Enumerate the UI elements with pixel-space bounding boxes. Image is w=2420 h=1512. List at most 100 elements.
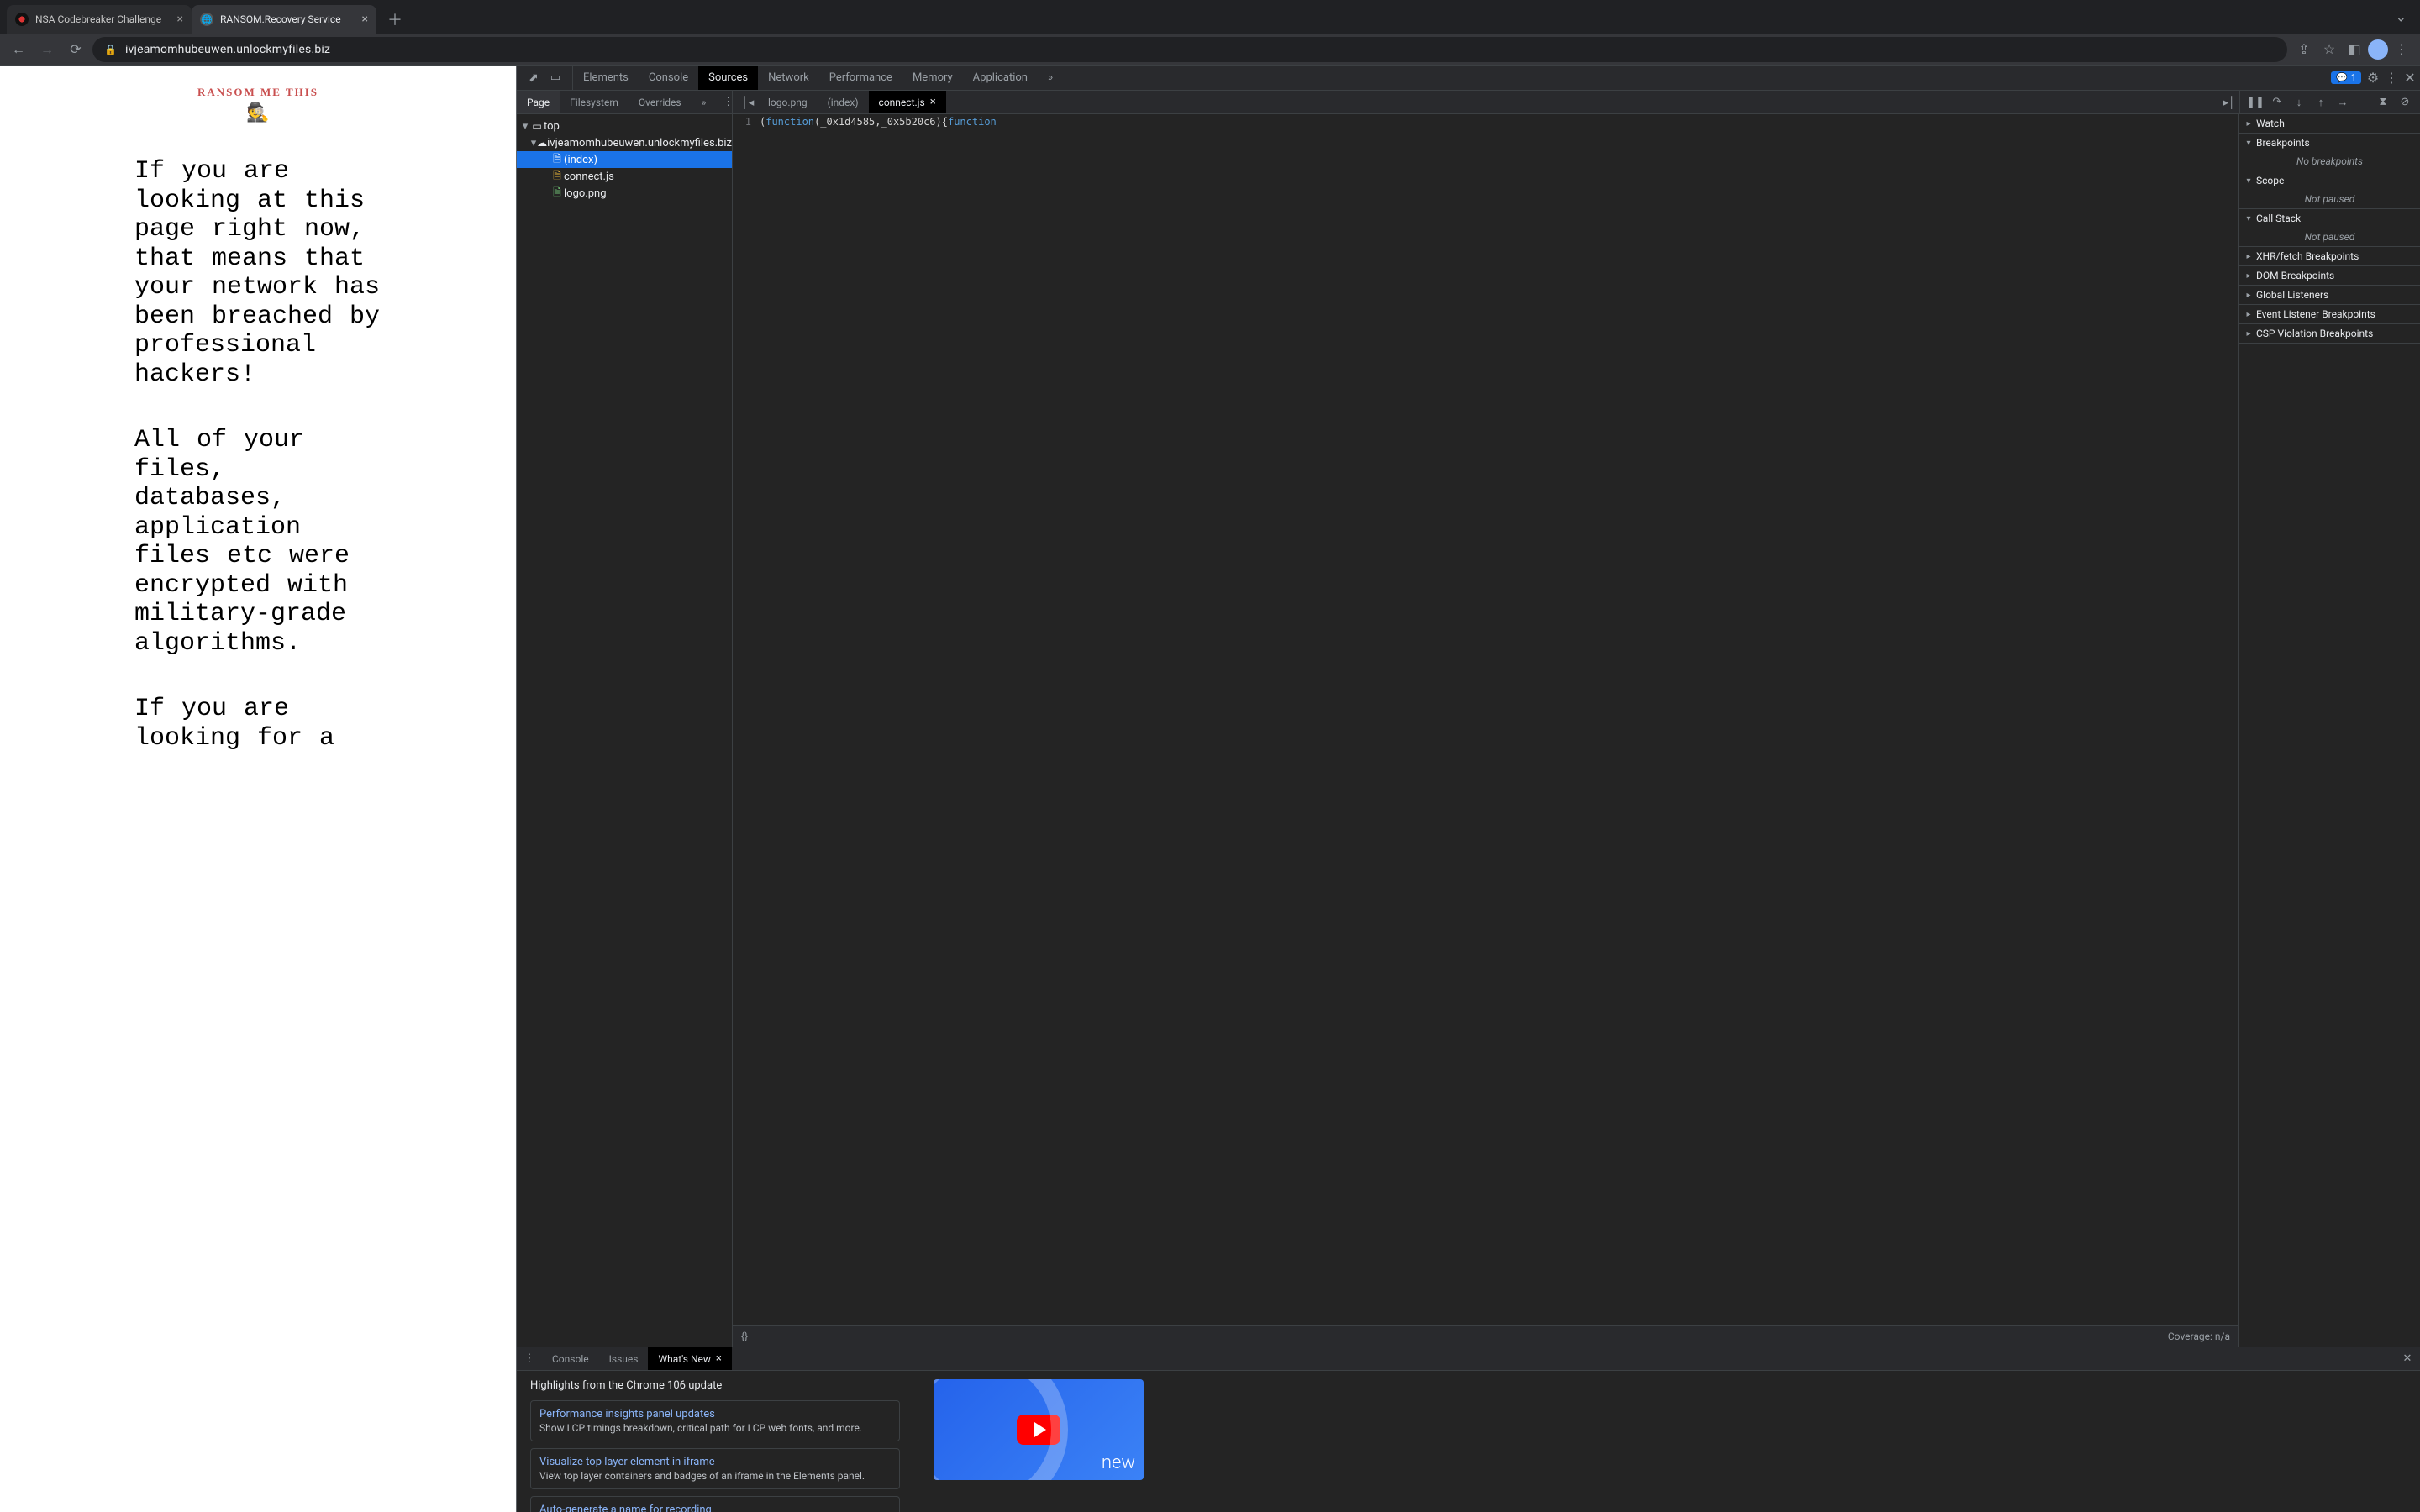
dom-breakpoints-section[interactable]: ▸DOM Breakpoints [2239,266,2420,285]
chevron-down-icon: ▾ [2244,214,2253,223]
tabs-dropdown-icon[interactable]: ⌄ [2396,9,2407,25]
debugger-panel: ▸Watch ▾Breakpoints No breakpoints ▾Scop… [2239,114,2420,1347]
code-area[interactable]: 1 (function(_0x1d4585,_0x5b20c6){functio… [733,114,2238,1325]
close-icon[interactable]: × [930,96,936,108]
kebab-icon[interactable]: ⋮ [517,1347,542,1370]
drawer-tab-issues[interactable]: Issues [599,1347,649,1370]
editor-tab[interactable]: logo.png [758,91,818,113]
workspace: RANSOM ME THIS 🕵️ If you are looking at … [0,66,2420,1512]
editor-tab[interactable]: connect.js × [869,91,946,113]
event-listener-breakpoints-section[interactable]: ▸Event Listener Breakpoints [2239,305,2420,323]
browser-tab[interactable]: 🌐 RANSOM.Recovery Service × [192,5,376,34]
kebab-icon[interactable]: ⋮ [2383,66,2400,89]
callstack-section[interactable]: ▾Call Stack [2239,209,2420,228]
tab-application[interactable]: Application [963,66,1038,90]
drawer-tab-console[interactable]: Console [542,1347,599,1370]
issues-count: 1 [2351,72,2356,83]
pause-icon[interactable]: ❚❚ [2247,94,2264,111]
close-drawer-button[interactable]: ✕ [2395,1347,2420,1370]
drawer-tab-whatsnew[interactable]: What's New × [648,1347,731,1370]
editor-tab[interactable]: (index) [818,91,869,113]
devtools-drawer: ⋮ Console Issues What's New × ✕ Highligh… [517,1347,2420,1512]
issues-badge[interactable]: 💬 1 [2331,71,2361,84]
pause-on-exceptions-icon[interactable]: ⊘ [2396,94,2413,111]
close-icon[interactable]: × [177,13,183,25]
paragraph: If you are looking at this page right no… [134,157,390,389]
chevron-down-icon: ▾ [2244,139,2253,148]
file-tree[interactable]: ▾ ▭ top ▾ ☁ ivjeamomhubeuwen.unlockmyfil… [517,114,733,1347]
cloud-icon: ☁ [537,137,547,149]
browser-tab[interactable]: NSA Codebreaker Challenge × [7,5,192,34]
tree-row-file[interactable]: 🗎 connect.js [517,168,732,185]
whats-new-card[interactable]: Performance insights panel updates Show … [530,1400,900,1441]
code-line: (function(_0x1d4585,_0x5b20c6){function [756,114,2238,1325]
more-icon[interactable]: » [692,91,717,113]
scope-section[interactable]: ▾Scope [2239,171,2420,190]
devtools: ⬈ ▭ Elements Console Sources Network Per… [517,66,2420,1512]
whats-new-headline: Highlights from the Chrome 106 update [530,1379,900,1392]
browser-tabs-bar: NSA Codebreaker Challenge × 🌐 RANSOM.Rec… [0,0,2420,34]
step-into-icon[interactable]: ↓ [2291,94,2307,111]
tree-row-top[interactable]: ▾ ▭ top [517,118,732,134]
step-out-icon[interactable]: ↑ [2312,94,2329,111]
step-over-icon[interactable]: ↷ [2269,94,2286,111]
deactivate-breakpoints-icon[interactable]: ⧗ [2375,94,2391,111]
inspect-icon[interactable]: ⬈ [525,70,542,87]
whats-new-card[interactable]: Visualize top layer element in iframe Vi… [530,1448,900,1489]
breakpoints-section[interactable]: ▾Breakpoints [2239,134,2420,152]
format-icon[interactable]: {} [741,1331,748,1342]
whats-new-video[interactable]: new [934,1379,1144,1480]
close-icon[interactable]: × [362,13,368,25]
subtab-overrides[interactable]: Overrides [629,91,692,113]
menu-button[interactable]: ⋮ [2390,38,2413,61]
csp-breakpoints-section[interactable]: ▸CSP Violation Breakpoints [2239,324,2420,343]
xhr-breakpoints-section[interactable]: ▸XHR/fetch Breakpoints [2239,247,2420,265]
tree-row-file[interactable]: 🗎 (index) [517,151,732,168]
tab-console[interactable]: Console [639,66,698,90]
url-input[interactable]: 🔒 ivjeamomhubeuwen.unlockmyfiles.biz [92,37,2287,62]
close-icon[interactable]: × [716,1352,722,1365]
address-bar: ← → ⟳ 🔒 ivjeamomhubeuwen.unlockmyfiles.b… [0,34,2420,66]
tree-row-file[interactable]: 🗎 logo.png [517,185,732,202]
page-body: If you are looking at this page right no… [25,157,491,753]
sources-subtabs: Page Filesystem Overrides » ⋮ [517,91,733,113]
nav-left-icon[interactable]: │◂ [738,96,758,109]
chevron-right-icon: ▸ [2244,271,2253,281]
page-viewport[interactable]: RANSOM ME THIS 🕵️ If you are looking at … [0,66,517,1512]
device-toggle-icon[interactable]: ▭ [547,70,564,87]
new-tab-button[interactable]: ＋ [383,8,407,31]
tree-row-domain[interactable]: ▾ ☁ ivjeamomhubeuwen.unlockmyfiles.biz [517,134,732,151]
whats-new-card[interactable]: Auto-generate a name for recording [530,1496,900,1512]
tab-elements[interactable]: Elements [573,66,639,90]
global-listeners-section[interactable]: ▸Global Listeners [2239,286,2420,304]
tree-label: connect.js [564,171,614,183]
card-title: Visualize top layer element in iframe [539,1456,891,1468]
subtab-filesystem[interactable]: Filesystem [560,91,629,113]
tab-performance[interactable]: Performance [819,66,902,90]
subtab-page[interactable]: Page [517,91,560,113]
profile-avatar[interactable] [2368,39,2388,60]
share-button[interactable]: ⇪ [2292,38,2316,61]
settings-icon[interactable]: ⚙ [2363,66,2383,89]
tab-sources[interactable]: Sources [698,66,758,90]
more-tabs-icon[interactable]: » [1038,66,1063,90]
nav-right-icon[interactable]: ▸│ [2219,96,2239,109]
editor-tabs: │◂ logo.png (index) connect.js × ▸│ [733,91,2239,113]
card-title: Performance insights panel updates [539,1408,891,1420]
reload-button[interactable]: ⟳ [64,38,87,61]
url-text: ivjeamomhubeuwen.unlockmyfiles.biz [125,43,330,56]
drawer-tab-label: What's New [658,1353,710,1365]
tab-network[interactable]: Network [758,66,819,90]
hacker-icon: 🕵️ [25,102,491,123]
watch-section[interactable]: ▸Watch [2239,114,2420,133]
chat-icon: 💬 [2336,72,2348,83]
side-panel-button[interactable]: ◧ [2343,38,2366,61]
close-devtools-icon[interactable]: ✕ [2400,66,2420,89]
paragraph: All of your files, databases, applicatio… [134,426,390,658]
step-icon[interactable]: → [2334,94,2351,111]
chevron-down-icon: ▾ [530,137,537,150]
tab-memory[interactable]: Memory [902,66,963,90]
back-button[interactable]: ← [7,38,30,61]
drawer-tabs: ⋮ Console Issues What's New × ✕ [517,1347,2420,1371]
bookmark-button[interactable]: ☆ [2317,38,2341,61]
